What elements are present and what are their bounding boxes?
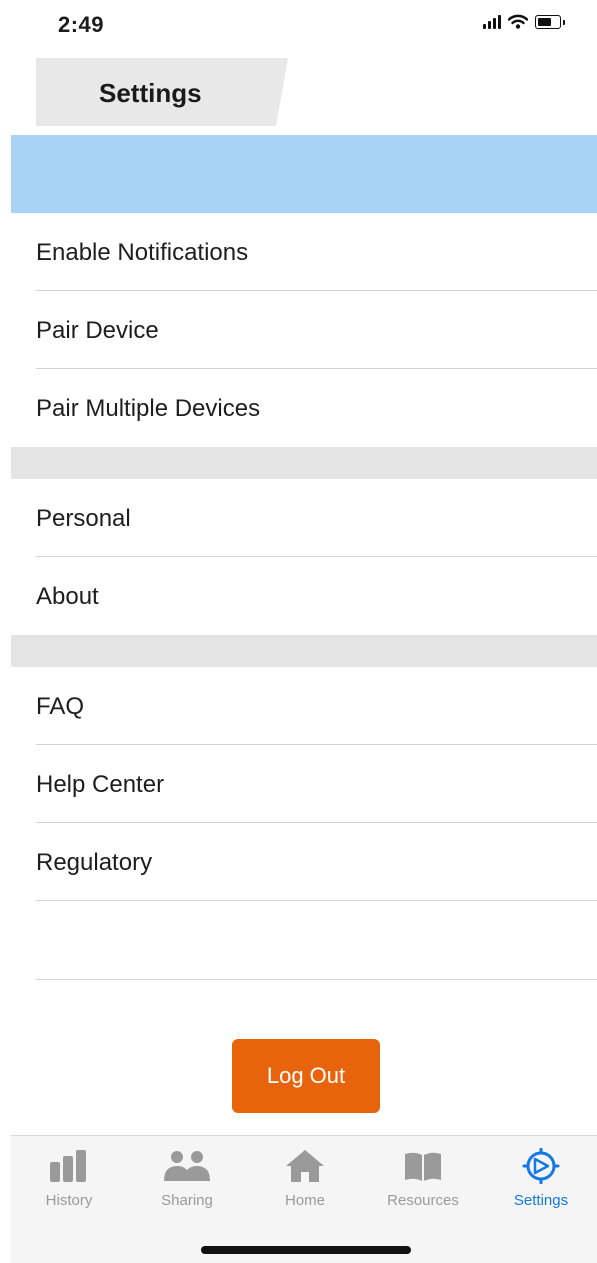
page-title-tab: Settings xyxy=(36,58,288,126)
divider xyxy=(36,979,597,980)
book-icon xyxy=(405,1152,441,1181)
settings-item-label: Enable Notifications xyxy=(36,239,249,266)
tab-bar: History Sharing Home Resources Settings xyxy=(11,1135,597,1263)
settings-item-label: Pair Multiple Devices xyxy=(36,395,261,422)
cellular-signal-icon xyxy=(483,14,501,29)
status-bar: 2:49 xyxy=(0,0,597,50)
settings-item-personal[interactable]: Personal xyxy=(11,479,597,557)
people-icon xyxy=(164,1151,210,1181)
settings-item-about[interactable]: About xyxy=(11,557,597,635)
settings-item-label: About xyxy=(36,583,99,610)
tab-home[interactable]: Home xyxy=(255,1148,355,1218)
settings-item-pair-device[interactable]: Pair Device xyxy=(11,291,597,369)
log-out-button[interactable]: Log Out xyxy=(232,1039,380,1113)
page-title: Settings xyxy=(99,78,202,108)
tab-settings[interactable]: Settings xyxy=(491,1148,591,1218)
settings-icon xyxy=(522,1148,560,1184)
settings-item-label: FAQ xyxy=(36,693,85,720)
tab-label: History xyxy=(45,1192,93,1209)
tab-label: Settings xyxy=(513,1192,569,1209)
profile-banner xyxy=(11,135,597,213)
tab-sharing[interactable]: Sharing xyxy=(137,1148,237,1218)
tab-label: Sharing xyxy=(161,1192,213,1209)
battery-icon xyxy=(535,14,565,29)
settings-item-faq[interactable]: FAQ xyxy=(11,667,597,745)
section-separator xyxy=(11,447,597,479)
empty-list-row xyxy=(11,901,597,980)
status-time: 2:49 xyxy=(58,12,105,37)
status-icons xyxy=(483,14,565,29)
home-indicator[interactable] xyxy=(201,1246,411,1254)
wifi-icon xyxy=(508,14,528,29)
settings-item-label: Personal xyxy=(36,505,131,532)
settings-item-label: Help Center xyxy=(36,771,165,798)
settings-item-pair-multiple-devices[interactable]: Pair Multiple Devices xyxy=(11,369,597,447)
settings-item-label: Pair Device xyxy=(36,317,159,344)
settings-item-help-center[interactable]: Help Center xyxy=(11,745,597,823)
settings-item-enable-notifications[interactable]: Enable Notifications xyxy=(11,213,597,291)
tab-label: Resources xyxy=(387,1192,459,1209)
bar-chart-icon xyxy=(50,1150,86,1182)
settings-list: Enable Notifications Pair Device Pair Mu… xyxy=(11,213,597,980)
settings-item-label: Regulatory xyxy=(36,849,153,876)
house-icon xyxy=(286,1150,324,1182)
tab-history[interactable]: History xyxy=(19,1148,119,1218)
tab-resources[interactable]: Resources xyxy=(373,1148,473,1218)
tab-label: Home xyxy=(284,1192,325,1209)
settings-item-regulatory[interactable]: Regulatory xyxy=(11,823,597,901)
section-separator xyxy=(11,635,597,667)
